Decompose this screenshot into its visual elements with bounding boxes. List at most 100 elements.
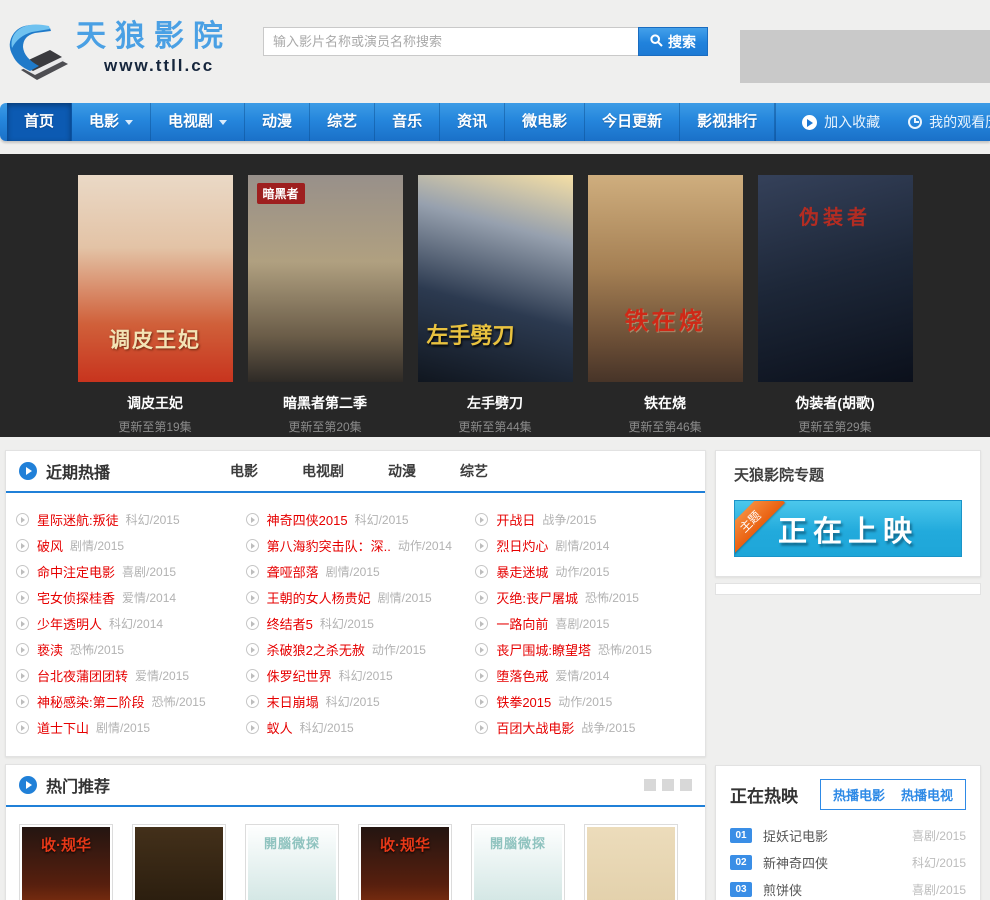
movie-list-item[interactable]: 百团大战电影 战争/2015 xyxy=(475,714,695,740)
movie-list-item[interactable]: 蚁人 科幻/2015 xyxy=(245,714,466,740)
movie-title[interactable]: 破风 xyxy=(37,536,63,555)
nav-item[interactable]: 首页 xyxy=(7,103,73,141)
recommend-poster[interactable] xyxy=(584,824,678,900)
movie-list-item[interactable]: 破风 剧情/2015 xyxy=(16,532,236,558)
movie-title[interactable]: 铁拳2015 xyxy=(496,692,551,711)
movie-title[interactable]: 神秘感染:第二阶段 xyxy=(37,692,145,711)
movie-list-item[interactable]: 第八海豹突击队：深.. 动作/2014 xyxy=(245,532,466,558)
add-favorite-link[interactable]: 加入收藏 xyxy=(802,112,880,132)
slide-title[interactable]: 暗黑者第二季 xyxy=(248,393,403,413)
movie-list-item[interactable]: 末日崩塌 科幻/2015 xyxy=(245,688,466,714)
movie-list-item[interactable]: 一路向前 喜剧/2015 xyxy=(475,610,695,636)
carousel-slide[interactable]: 伪装者 伪装者(胡歌) 更新至第29集 xyxy=(757,175,913,435)
movie-title[interactable]: 聋哑部落 xyxy=(267,562,319,581)
movie-list-item[interactable]: 杀破狼2之杀无赦 动作/2015 xyxy=(245,636,466,662)
movie-list-item[interactable]: 神奇四侠2015 科幻/2015 xyxy=(245,506,466,532)
movie-list-item[interactable]: 终结者5 科幻/2015 xyxy=(245,610,466,636)
movie-poster[interactable]: 调皮王妃 xyxy=(77,175,233,382)
ranked-movie-row[interactable]: 03 煎饼侠 喜剧/2015 xyxy=(730,876,966,900)
nav-item[interactable]: 电影 xyxy=(72,103,152,141)
movie-title[interactable]: 一路向前 xyxy=(496,614,548,633)
movie-list-item[interactable]: 星际迷航:叛徒 科幻/2015 xyxy=(16,506,236,532)
movie-list-item[interactable]: 王朝的女人杨贵妃 剧情/2015 xyxy=(245,584,466,610)
carousel-dot[interactable] xyxy=(680,779,692,791)
carousel-slide[interactable]: 调皮王妃 调皮王妃 更新至第19集 xyxy=(77,175,233,435)
movie-title[interactable]: 丧尸围城:瞭望塔 xyxy=(496,640,591,659)
movie-poster[interactable]: 铁在烧 xyxy=(587,175,743,382)
movie-title[interactable]: 煎饼侠 xyxy=(763,880,802,899)
nav-item[interactable]: 音乐 xyxy=(375,103,441,141)
watch-history-link[interactable]: 我的观看历史 xyxy=(908,112,990,132)
slide-title[interactable]: 左手劈刀 xyxy=(418,393,573,413)
movie-title[interactable]: 捉妖记电影 xyxy=(763,826,828,845)
search-bar[interactable]: 搜索 xyxy=(263,27,708,56)
movie-title[interactable]: 新神奇四侠 xyxy=(763,853,828,872)
movie-list-item[interactable]: 烈日灼心 剧情/2014 xyxy=(475,532,695,558)
now-playing-tab[interactable]: 热播电影 xyxy=(833,785,885,804)
movie-title[interactable]: 暴走迷城 xyxy=(496,562,548,581)
carousel-dot[interactable] xyxy=(662,779,674,791)
ranked-movie-row[interactable]: 02 新神奇四侠 科幻/2015 xyxy=(730,849,966,876)
ranked-movie-row[interactable]: 01 捉妖记电影 喜剧/2015 xyxy=(730,822,966,849)
search-button[interactable]: 搜索 xyxy=(638,27,708,56)
now-playing-tab[interactable]: 热播电视 xyxy=(901,785,953,804)
movie-list-item[interactable]: 宅女侦探桂香 爱情/2014 xyxy=(16,584,236,610)
movie-title[interactable]: 命中注定电影 xyxy=(37,562,115,581)
nav-item[interactable]: 微电影 xyxy=(505,103,586,141)
nav-item[interactable]: 综艺 xyxy=(310,103,376,141)
movie-list-item[interactable]: 聋哑部落 剧情/2015 xyxy=(245,558,466,584)
movie-title[interactable]: 道士下山 xyxy=(37,718,89,737)
movie-title[interactable]: 杀破狼2之杀无赦 xyxy=(267,640,365,659)
slide-title[interactable]: 伪装者(胡歌) xyxy=(758,393,913,413)
movie-list-item[interactable]: 灭绝:丧尸屠城 恐怖/2015 xyxy=(475,584,695,610)
movie-list-item[interactable]: 丧尸围城:瞭望塔 恐怖/2015 xyxy=(475,636,695,662)
nav-item[interactable]: 电视剧 xyxy=(151,103,246,141)
movie-list-item[interactable]: 开战日 战争/2015 xyxy=(475,506,695,532)
movie-title[interactable]: 第八海豹突击队：深.. xyxy=(267,536,391,555)
movie-title[interactable]: 蚁人 xyxy=(267,718,293,737)
movie-list-item[interactable]: 堕落色戒 爱情/2014 xyxy=(475,662,695,688)
recommend-poster[interactable]: 收·规华 xyxy=(358,824,452,900)
movie-title[interactable]: 终结者5 xyxy=(267,614,313,633)
movie-title[interactable]: 烈日灼心 xyxy=(496,536,548,555)
now-showing-banner[interactable]: 主题 正在上映 xyxy=(734,500,962,557)
movie-list-item[interactable]: 道士下山 剧情/2015 xyxy=(16,714,236,740)
hot-tab[interactable]: 综艺 xyxy=(460,461,488,481)
hot-tab[interactable]: 动漫 xyxy=(388,461,416,481)
movie-list-item[interactable]: 铁拳2015 动作/2015 xyxy=(475,688,695,714)
movie-title[interactable]: 星际迷航:叛徒 xyxy=(37,510,119,529)
movie-list-item[interactable]: 亵渎 恐怖/2015 xyxy=(16,636,236,662)
movie-title[interactable]: 神奇四侠2015 xyxy=(267,510,348,529)
movie-title[interactable]: 王朝的女人杨贵妃 xyxy=(267,588,371,607)
recommend-poster[interactable]: 收·规华 xyxy=(19,824,113,900)
carousel-slide[interactable]: 左手劈刀 左手劈刀 更新至第44集 xyxy=(417,175,573,435)
nav-item[interactable]: 今日更新 xyxy=(585,103,681,141)
recommend-poster[interactable]: 開腦微探 xyxy=(245,824,339,900)
slide-title[interactable]: 调皮王妃 xyxy=(78,393,233,413)
slide-title[interactable]: 铁在烧 xyxy=(588,393,743,413)
recommend-poster[interactable]: 開腦微探 xyxy=(471,824,565,900)
movie-title[interactable]: 灭绝:丧尸屠城 xyxy=(496,588,578,607)
movie-title[interactable]: 台北夜蒲团团转 xyxy=(37,666,128,685)
movie-poster[interactable]: 暗黑者 xyxy=(247,175,403,382)
hot-tab[interactable]: 电影 xyxy=(230,461,258,481)
movie-title[interactable]: 宅女侦探桂香 xyxy=(37,588,115,607)
nav-item[interactable]: 影视排行 xyxy=(680,103,776,141)
movie-list-item[interactable]: 神秘感染:第二阶段 恐怖/2015 xyxy=(16,688,236,714)
carousel-slide[interactable]: 铁在烧 铁在烧 更新至第46集 xyxy=(587,175,743,435)
recommend-poster[interactable] xyxy=(132,824,226,900)
movie-title[interactable]: 末日崩塌 xyxy=(267,692,319,711)
site-logo[interactable]: 天狼影院 www.ttll.cc xyxy=(6,20,232,82)
movie-poster[interactable]: 伪装者 xyxy=(757,175,913,382)
carousel-slide[interactable]: 暗黑者 暗黑者第二季 更新至第20集 xyxy=(247,175,403,435)
movie-list-item[interactable]: 少年透明人 科幻/2014 xyxy=(16,610,236,636)
nav-item[interactable]: 资讯 xyxy=(440,103,506,141)
movie-title[interactable]: 百团大战电影 xyxy=(496,718,574,737)
movie-title[interactable]: 亵渎 xyxy=(37,640,63,659)
carousel-dot[interactable] xyxy=(644,779,656,791)
movie-title[interactable]: 堕落色戒 xyxy=(496,666,548,685)
movie-list-item[interactable]: 侏罗纪世界 科幻/2015 xyxy=(245,662,466,688)
nav-item[interactable]: 动漫 xyxy=(245,103,311,141)
movie-poster[interactable]: 左手劈刀 xyxy=(417,175,573,382)
movie-list-item[interactable]: 暴走迷城 动作/2015 xyxy=(475,558,695,584)
